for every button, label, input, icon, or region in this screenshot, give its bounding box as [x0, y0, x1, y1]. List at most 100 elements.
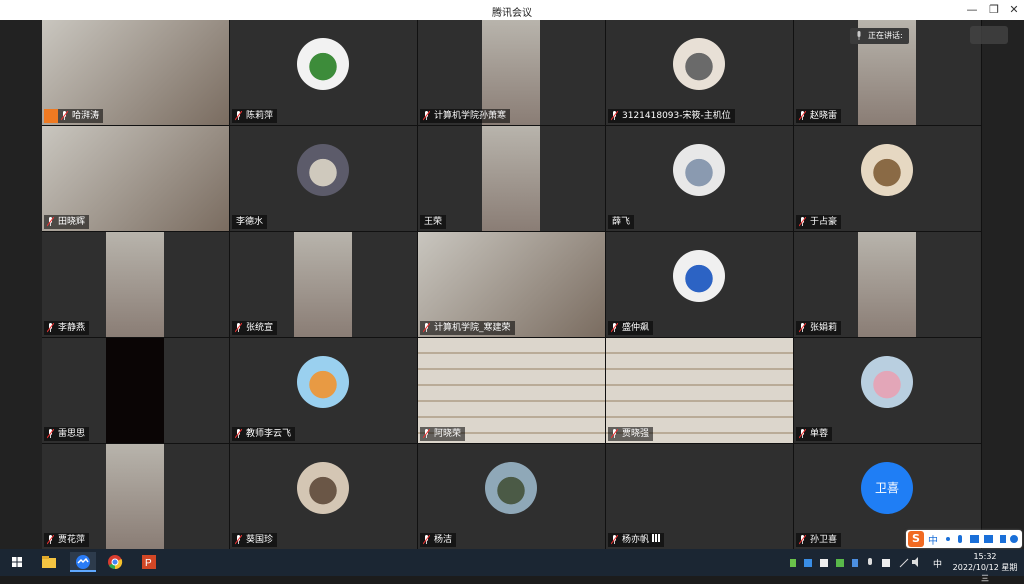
- participant-tile[interactable]: 张统宣: [230, 232, 417, 337]
- participant-tile[interactable]: 李静燕: [42, 232, 229, 337]
- participant-name: 李德水: [236, 217, 264, 227]
- participant-tile[interactable]: 王荣: [418, 126, 605, 231]
- mic-muted-icon: [235, 535, 242, 545]
- participant-name: 贾晓强: [622, 429, 650, 439]
- participant-tile[interactable]: 计算机学院孙萧寒: [418, 20, 605, 125]
- mic-muted-icon: [47, 323, 54, 333]
- participant-name: 教师李云飞: [246, 429, 292, 439]
- video-feed: [106, 232, 164, 337]
- participant-name: 薛飞: [612, 217, 631, 227]
- participant-label: 杨亦帆: [608, 533, 665, 547]
- meeting-stage: 哈湃涛 陈莉萍 计算机学院孙萧寒 3121418093-宋筱-主机位 赵晓雷田晓辉 李德水…: [0, 20, 1024, 549]
- mic-muted-icon: [235, 429, 242, 439]
- mic-muted-icon: [47, 217, 54, 227]
- participant-name: 单蓉: [810, 429, 829, 439]
- participant-tile[interactable]: 阿晓荣: [418, 338, 605, 443]
- participant-tile[interactable]: 哈湃涛: [42, 20, 229, 125]
- svg-text:P: P: [145, 558, 152, 569]
- avatar: [485, 462, 537, 514]
- participant-tile[interactable]: 计算机学院_寒建荣: [418, 232, 605, 337]
- input-language-indicator[interactable]: 中: [933, 557, 942, 570]
- ime-tool-icons[interactable]: [944, 534, 1020, 544]
- participant-name: 葵国珍: [246, 535, 274, 545]
- restore-icon[interactable]: ❐: [984, 2, 1004, 18]
- mic-muted-icon: [799, 535, 806, 545]
- participant-name: 孙卫喜: [810, 535, 838, 545]
- participant-name: 计算机学院孙萧寒: [434, 111, 507, 121]
- participant-name: 于占豪: [810, 217, 838, 227]
- participant-name: 王荣: [424, 217, 443, 227]
- participant-tile[interactable]: 李德水: [230, 126, 417, 231]
- participant-tile[interactable]: 张娟莉: [794, 232, 981, 337]
- participant-tile[interactable]: 陈莉萍: [230, 20, 417, 125]
- mic-muted-icon: [423, 323, 430, 333]
- mic-muted-icon: [611, 429, 618, 439]
- participant-label: 计算机学院_寒建荣: [420, 321, 515, 335]
- participant-label: 计算机学院孙萧寒: [420, 109, 511, 123]
- avatar: [673, 144, 725, 196]
- speaking-indicator: 正在讲话:: [850, 28, 909, 44]
- mic-icon: [857, 31, 861, 40]
- participant-tile[interactable]: 杨亦帆: [606, 444, 793, 549]
- participant-tile[interactable]: 雷思思: [42, 338, 229, 443]
- participant-label: 雷思思: [44, 427, 90, 441]
- participant-tile[interactable]: 贾花萍: [42, 444, 229, 549]
- participant-tile[interactable]: 单蓉: [794, 338, 981, 443]
- participant-tile[interactable]: 于占豪: [794, 126, 981, 231]
- ime-logo-icon: S: [908, 531, 924, 547]
- mic-muted-icon: [611, 323, 618, 333]
- participant-tile[interactable]: 杨洁: [418, 444, 605, 549]
- minimize-icon[interactable]: —: [962, 2, 982, 18]
- mic-muted-icon: [799, 323, 806, 333]
- participant-label: 张娟莉: [796, 321, 842, 335]
- video-feed: [106, 338, 164, 443]
- avatar: [673, 38, 725, 90]
- mic-muted-icon: [423, 111, 430, 121]
- participant-tile[interactable]: 教师李云飞: [230, 338, 417, 443]
- chrome-icon[interactable]: [104, 552, 126, 572]
- participant-tile[interactable]: 贾晓强: [606, 338, 793, 443]
- participant-label: 杨洁: [420, 533, 457, 547]
- participant-label: 贾花萍: [44, 533, 90, 547]
- participant-label: 田晓辉: [44, 215, 90, 229]
- participant-tile[interactable]: 葵国珍: [230, 444, 417, 549]
- participant-tile[interactable]: 3121418093-宋筱-主机位: [606, 20, 793, 125]
- powerpoint-icon[interactable]: P: [138, 552, 160, 572]
- clock-time: 15:32: [973, 552, 997, 561]
- participant-name: 杨亦帆: [622, 535, 650, 545]
- participant-label: 李静燕: [44, 321, 90, 335]
- participant-name: 计算机学院_寒建荣: [434, 323, 511, 333]
- meeting-logo-icon: [970, 26, 1008, 44]
- participant-name: 赵晓雷: [810, 111, 838, 121]
- video-feed: [858, 232, 916, 337]
- ime-mode[interactable]: 中: [928, 532, 938, 547]
- ime-toolbar[interactable]: S 中: [906, 530, 1022, 548]
- participant-label: 薛飞: [608, 215, 635, 229]
- participant-label: 盛仲飙: [608, 321, 654, 335]
- participant-label: 贾晓强: [608, 427, 654, 441]
- close-icon[interactable]: ✕: [1004, 2, 1024, 18]
- avatar: [861, 144, 913, 196]
- host-icon: [44, 109, 58, 123]
- participant-label: 阿晓荣: [420, 427, 466, 441]
- participant-tile[interactable]: 薛飞: [606, 126, 793, 231]
- participant-label: 3121418093-宋筱-主机位: [608, 109, 735, 123]
- video-feed: [106, 444, 164, 549]
- file-explorer-icon[interactable]: [38, 552, 60, 572]
- avatar: [861, 356, 913, 408]
- mic-muted-icon: [235, 111, 242, 121]
- participant-name: 李静燕: [58, 323, 86, 333]
- system-tray-icons[interactable]: [790, 557, 900, 569]
- tencent-meeting-icon[interactable]: [70, 552, 96, 572]
- participant-tile[interactable]: 盛仲飙: [606, 232, 793, 337]
- taskbar-clock[interactable]: 15:32 2022/10/12 星期三: [950, 551, 1020, 584]
- mic-muted-icon: [799, 217, 806, 227]
- participant-tile[interactable]: 田晓辉: [42, 126, 229, 231]
- mic-muted-icon: [47, 429, 54, 439]
- mic-muted-icon: [611, 535, 618, 545]
- network-volume-icons[interactable]: [898, 555, 928, 569]
- windows-start-icon[interactable]: [6, 552, 28, 572]
- mic-muted-icon: [799, 111, 806, 121]
- mic-muted-icon: [423, 429, 430, 439]
- participant-label: 李德水: [232, 215, 268, 229]
